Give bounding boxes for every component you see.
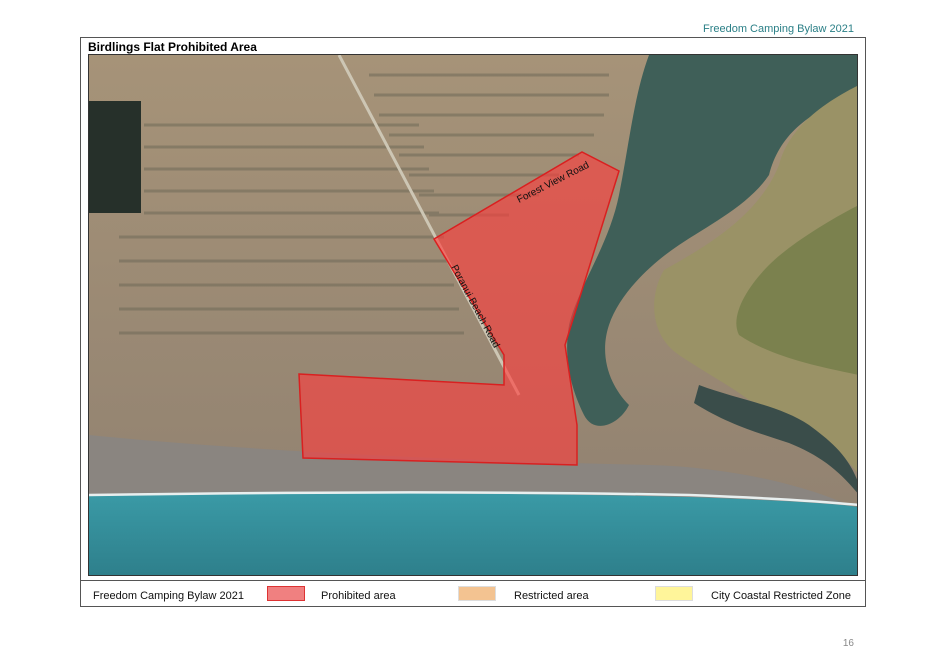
- legend-label-coastal-zone: City Coastal Restricted Zone: [711, 590, 851, 602]
- legend-swatch-coastal-zone: [655, 586, 693, 601]
- page-number: 16: [842, 638, 854, 649]
- plantation: [89, 101, 141, 213]
- aerial-map[interactable]: Forest View Road Poranui Beach Road: [88, 54, 858, 576]
- map-legend: Freedom Camping Bylaw 2021 Prohibited ar…: [80, 580, 866, 607]
- sea: [89, 493, 857, 575]
- legend-swatch-restricted: [458, 586, 496, 601]
- map-title: Birdlings Flat Prohibited Area: [88, 40, 257, 54]
- legend-label-prohibited: Prohibited area: [321, 590, 396, 602]
- legend-label-restricted: Restricted area: [514, 590, 589, 602]
- legend-bylaw-label: Freedom Camping Bylaw 2021: [93, 590, 245, 602]
- document-title: Freedom Camping Bylaw 2021: [702, 23, 854, 35]
- legend-swatch-prohibited: [267, 586, 305, 601]
